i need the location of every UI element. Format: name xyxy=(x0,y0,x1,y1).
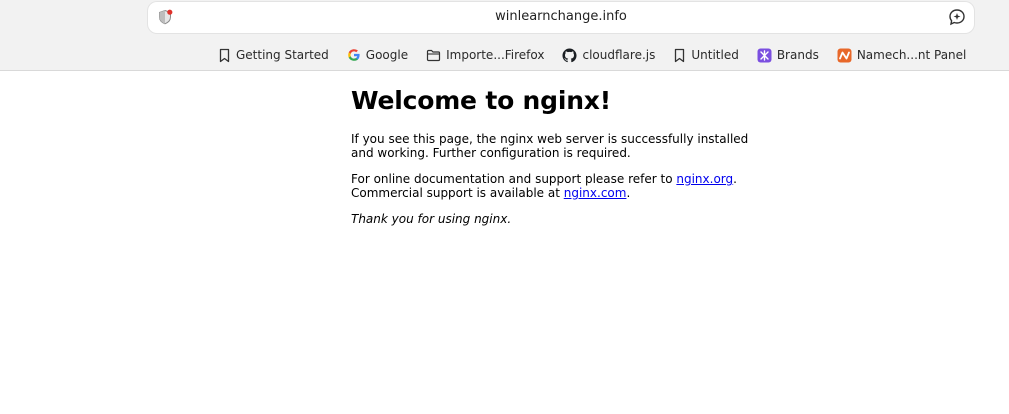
assistant-sparkle-icon[interactable] xyxy=(948,8,966,26)
folder-icon xyxy=(427,49,441,61)
bookmark-icon xyxy=(675,48,685,62)
address-bar[interactable]: winlearnchange.info xyxy=(148,2,974,33)
bookmark-label: Untitled xyxy=(691,48,739,62)
bookmark-label: Brands xyxy=(776,48,819,62)
bookmark-google[interactable]: Google xyxy=(347,48,408,62)
brands-icon xyxy=(757,48,772,62)
bookmark-untitled[interactable]: Untitled xyxy=(673,48,739,63)
nginx-welcome-page: Welcome to nginx! If you see this page, … xyxy=(351,86,751,238)
bookmark-label: Namech...nt Panel xyxy=(856,48,967,62)
thanks-message: Thank you for using nginx. xyxy=(351,212,751,226)
bookmark-namecheap-panel[interactable]: Namech...nt Panel xyxy=(837,48,967,63)
page-title: Welcome to nginx! xyxy=(351,86,611,115)
bookmark-brands[interactable]: Brands xyxy=(757,48,819,63)
namecheap-icon xyxy=(837,48,852,62)
support-text: For online documentation and support ple… xyxy=(351,172,677,186)
bookmark-cloudflare-js[interactable]: cloudflare.js xyxy=(562,47,656,63)
browser-toolbar: winlearnchange.info Getting Started Goog… xyxy=(0,0,1009,71)
bookmark-icon xyxy=(219,48,230,62)
period: . xyxy=(626,186,631,200)
bookmark-label: Importe...Firefox xyxy=(446,48,545,62)
nginx-org-link[interactable]: nginx.org xyxy=(676,172,733,186)
bookmark-label: Google xyxy=(365,48,409,62)
bookmarks-bar: Getting Started Google Importe...Firefox… xyxy=(218,44,966,66)
commercial-text: Commercial support is available at xyxy=(351,186,564,200)
nginx-com-link[interactable]: nginx.com xyxy=(564,186,627,200)
bookmark-folder-imported-firefox[interactable]: Importe...Firefox xyxy=(426,48,544,62)
support-message: For online documentation and support ple… xyxy=(351,172,751,200)
bookmark-label: cloudflare.js xyxy=(582,48,656,62)
bookmark-label: Getting Started xyxy=(236,48,329,62)
google-icon xyxy=(347,49,360,61)
period: . xyxy=(733,172,737,186)
bookmark-getting-started[interactable]: Getting Started xyxy=(218,48,329,63)
url-text[interactable]: winlearnchange.info xyxy=(148,9,974,24)
thanks-text: Thank you for using nginx. xyxy=(351,212,512,226)
github-icon xyxy=(562,47,578,62)
install-message: If you see this page, the nginx web serv… xyxy=(351,132,749,160)
